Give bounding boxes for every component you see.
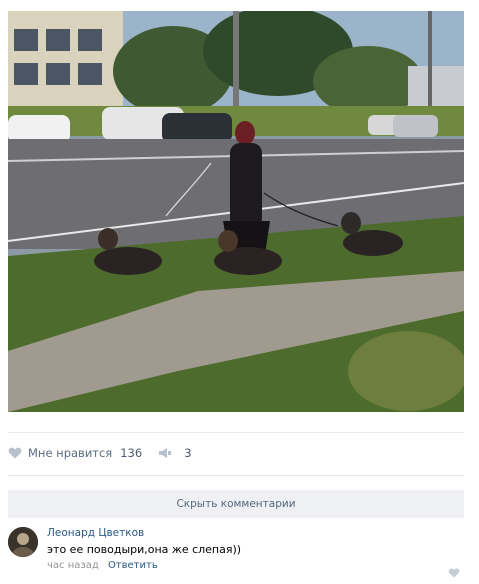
divider [8,432,464,433]
divider [8,475,464,476]
like-button[interactable]: Мне нравится 136 [8,446,142,460]
comment-like-button[interactable] [448,563,460,582]
heart-icon [448,563,460,582]
heart-icon [8,447,22,459]
comment-meta: час назад Ответить [47,560,158,571]
comment-time[interactable]: час назад [47,560,99,571]
photo-scene [8,11,464,412]
megaphone-icon [158,447,172,459]
avatar[interactable] [8,527,38,557]
comment-author[interactable]: Леонард Цветков [47,527,144,539]
post-actions: Мне нравится 136 3 [8,441,464,465]
repost-count: 3 [184,446,192,460]
reply-link[interactable]: Ответить [108,560,158,571]
like-count: 136 [120,446,143,460]
post-photo[interactable] [8,11,464,412]
like-label: Мне нравится [28,446,113,460]
hide-comments-button[interactable]: Скрыть комментарии [8,490,464,518]
comment-text: это ее поводыри,она же слепая)) [47,543,242,556]
repost-button[interactable]: 3 [158,446,192,460]
comment-item: Леонард Цветков это ее поводыри,она же с… [8,527,464,578]
